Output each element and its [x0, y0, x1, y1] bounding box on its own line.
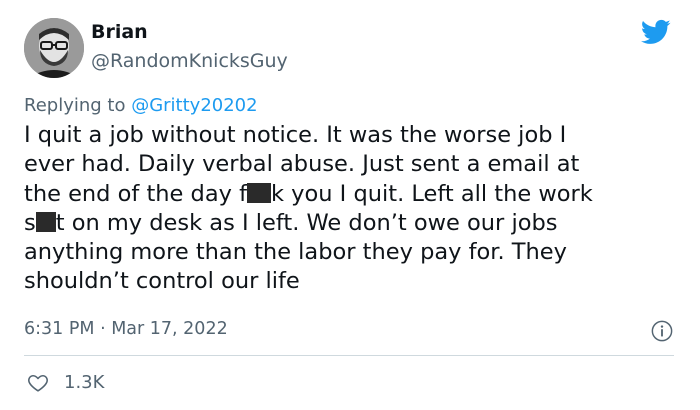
reply-mention-link[interactable]: @Gritty20202 — [131, 95, 257, 116]
tweet-line: k you I quit. Left all the work — [271, 180, 593, 207]
avatar-photo — [24, 18, 84, 78]
heart-icon[interactable] — [26, 372, 50, 394]
info-icon[interactable] — [651, 320, 673, 342]
tweet-line: shouldn’t control our life — [24, 268, 300, 295]
tweet-text: I quit a job without notice. It was the … — [24, 121, 684, 297]
twitter-bird-icon[interactable] — [639, 17, 673, 47]
tweet-line: t on my desk as I left. We don’t owe our… — [55, 209, 558, 236]
tweet-timestamp[interactable]: 6:31 PM · Mar 17, 2022 — [24, 319, 228, 339]
tweet-line: I quit a job without notice. It was the … — [24, 122, 567, 148]
censor-block — [247, 182, 271, 203]
user-handle[interactable]: @RandomKnicksGuy — [91, 50, 288, 72]
replying-to: Replying to @Gritty20202 — [24, 95, 258, 116]
replying-to-label: Replying to — [24, 95, 132, 116]
tweet-line: ever had. Daily verbal abuse. Just sent … — [24, 151, 580, 178]
censor-block — [35, 211, 56, 232]
divider — [24, 355, 674, 356]
like-count[interactable]: 1.3K — [64, 372, 104, 393]
tweet-line: the end of the day f — [24, 180, 247, 207]
tweet-line: anything more than the labor they pay fo… — [24, 239, 567, 266]
avatar[interactable] — [24, 18, 84, 78]
display-name[interactable]: Brian — [91, 21, 148, 43]
tweet-line: s — [24, 209, 36, 236]
tweet-card: Brian @RandomKnicksGuy Replying to @Grit… — [0, 0, 700, 410]
